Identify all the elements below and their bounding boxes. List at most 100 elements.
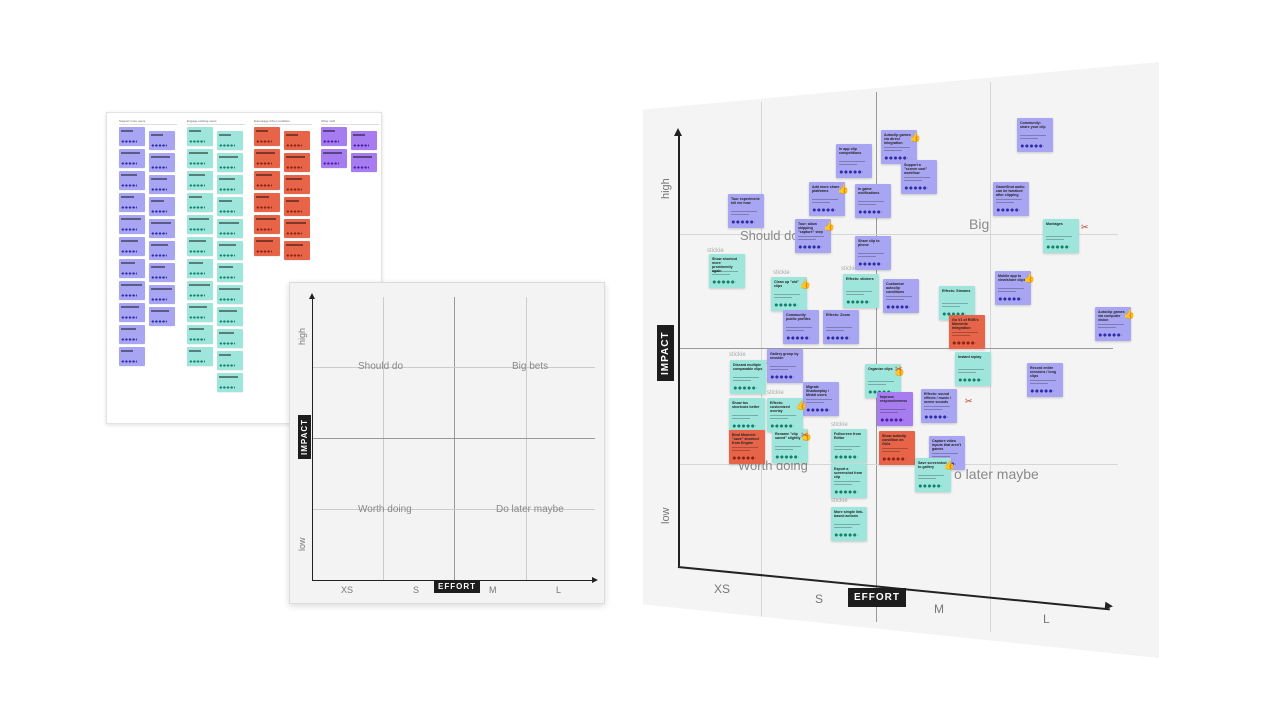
backlog-sticky-note[interactable]: [254, 215, 280, 234]
sticky-note[interactable]: Show autoclip condition on GUIs: [879, 431, 915, 465]
backlog-sticky-note[interactable]: [351, 131, 377, 150]
backlog-sticky-note[interactable]: [149, 197, 175, 216]
backlog-sticky-note[interactable]: [149, 241, 175, 260]
backlog-sticky-note[interactable]: [217, 153, 243, 172]
backlog-sticky-note[interactable]: [254, 127, 280, 146]
backlog-sticky-note[interactable]: [149, 285, 175, 304]
sticky-note[interactable]: More simple link-based actions: [831, 507, 867, 541]
sticky-note[interactable]: Mobile app to view/share clips 👍: [995, 271, 1035, 305]
backlog-sticky-note[interactable]: [284, 175, 310, 194]
backlog-sticky-note[interactable]: [284, 153, 310, 172]
backlog-sticky-note[interactable]: [149, 219, 175, 238]
backlog-sticky-note[interactable]: [217, 219, 243, 238]
sticky-note[interactable]: Discard multiple comparable clips: [730, 360, 766, 394]
sticky-note-text-line: [996, 199, 1022, 200]
sticky-note[interactable]: Go V1 of RGB's Moments integration: [949, 315, 985, 349]
sticky-note-text-line: [812, 202, 830, 203]
backlog-sticky-note[interactable]: [149, 307, 175, 326]
sticky-note[interactable]: Share clip to phone: [855, 236, 891, 270]
backlog-sticky-note[interactable]: [119, 171, 145, 190]
backlog-sticky-note[interactable]: [321, 149, 347, 168]
backlog-sticky-note[interactable]: [217, 329, 243, 348]
sticky-note[interactable]: Add more share platforms 👍: [809, 182, 849, 216]
backlog-sticky-note[interactable]: [217, 241, 243, 260]
backlog-sticky-note[interactable]: [217, 175, 243, 194]
backlog-sticky-note[interactable]: [254, 171, 280, 190]
sticky-note[interactable]: Effects: sound effects / music / meme so…: [921, 389, 957, 423]
sticky-note[interactable]: Community public profiles: [783, 310, 819, 344]
sticky-note-text-line: [731, 214, 749, 215]
sticky-note[interactable]: Support a "screen cast" workflow: [901, 160, 937, 194]
sticky-note[interactable]: Customize autoclip conditions: [883, 279, 919, 313]
backlog-sticky-note[interactable]: [217, 263, 243, 282]
sticky-note[interactable]: Bind Moment: "save" shortcut from Engine: [729, 430, 765, 464]
sticky-note[interactable]: Gallery group by session: [767, 349, 803, 383]
sticky-note[interactable]: In game notifications: [855, 184, 891, 218]
backlog-sticky-note[interactable]: [149, 131, 175, 150]
backlog-sticky-note[interactable]: [119, 259, 145, 278]
sticky-note[interactable]: Show shortcut more prominently again: [709, 254, 745, 288]
backlog-sticky-note[interactable]: [119, 325, 145, 344]
backlog-sticky-note[interactable]: [217, 131, 243, 150]
sticky-note[interactable]: Effects: stickers: [843, 274, 879, 308]
backlog-sticky-note[interactable]: [187, 347, 213, 366]
backlog-sticky-note[interactable]: [217, 285, 243, 304]
sticky-note[interactable]: Instant replay: [955, 352, 991, 386]
sticky-note[interactable]: Community: share your clip: [1017, 118, 1053, 152]
backlog-sticky-note[interactable]: [119, 193, 145, 212]
backlog-sticky-note[interactable]: [187, 171, 213, 190]
backlog-sticky-note[interactable]: [119, 237, 145, 256]
sticky-note[interactable]: Autoclip games via computer vision 👍: [1095, 307, 1135, 341]
backlog-sticky-note[interactable]: [149, 263, 175, 282]
backlog-sticky-note[interactable]: [187, 149, 213, 168]
backlog-sticky-note[interactable]: [254, 149, 280, 168]
backlog-sticky-note[interactable]: [187, 281, 213, 300]
sticky-note[interactable]: Save screenshot to gallery 👍: [915, 458, 955, 492]
backlog-sticky-note[interactable]: [351, 153, 377, 172]
backlog-sticky-note[interactable]: [217, 307, 243, 326]
sticky-note[interactable]: Fullscreen from Editor: [831, 429, 867, 463]
sticky-note[interactable]: Show tos shortcuts better: [729, 398, 765, 432]
backlog-sticky-note[interactable]: [119, 215, 145, 234]
backlog-sticky-note[interactable]: [119, 127, 145, 146]
sticky-note[interactable]: GameShot audio can be tweaked after clip…: [993, 182, 1029, 216]
backlog-sticky-note[interactable]: [217, 351, 243, 370]
sticky-note[interactable]: Autoclip games via direct integration 👍: [881, 130, 921, 164]
backlog-sticky-note[interactable]: [217, 197, 243, 216]
sticky-note[interactable]: In app clip competitions: [836, 144, 872, 178]
backlog-sticky-note[interactable]: [187, 127, 213, 146]
sticky-note[interactable]: Effects: customized overlay 👍: [767, 398, 807, 432]
sticky-note[interactable]: Montages: [1043, 219, 1079, 253]
sticky-note[interactable]: Record entire sessions / long clips: [1027, 363, 1063, 397]
backlog-sticky-note[interactable]: [254, 193, 280, 212]
sticky-note-vote-dots: [774, 303, 798, 307]
backlog-sticky-note[interactable]: [217, 373, 243, 392]
backlog-sticky-note[interactable]: [119, 149, 145, 168]
sticky-note[interactable]: Tour: allow skipping "capture" step 👍: [795, 219, 835, 253]
sticky-note[interactable]: Effects: Zoom: [823, 310, 859, 344]
sticky-note[interactable]: Export a screenshot from clip: [831, 464, 867, 498]
backlog-sticky-note[interactable]: [187, 215, 213, 234]
backlog-sticky-note[interactable]: [284, 219, 310, 238]
backlog-sticky-note[interactable]: [187, 259, 213, 278]
backlog-sticky-note[interactable]: [187, 193, 213, 212]
sticky-note[interactable]: Tour experiment: tell me how: [728, 194, 764, 228]
backlog-sticky-note[interactable]: [321, 127, 347, 146]
backlog-sticky-note[interactable]: [119, 347, 145, 366]
sticky-note-title: In game notifications: [858, 187, 880, 196]
backlog-sticky-note[interactable]: [187, 237, 213, 256]
sticky-note[interactable]: Clean up "old" clips 👍: [771, 277, 811, 311]
backlog-sticky-note[interactable]: [149, 153, 175, 172]
backlog-sticky-note[interactable]: [187, 303, 213, 322]
backlog-sticky-note[interactable]: [119, 303, 145, 322]
backlog-sticky-note[interactable]: [119, 281, 145, 300]
backlog-sticky-note[interactable]: [284, 131, 310, 150]
sticky-note[interactable]: Improve responsiveness: [877, 392, 913, 426]
backlog-sticky-note[interactable]: [284, 241, 310, 260]
backlog-sticky-note[interactable]: [284, 197, 310, 216]
y-tick-high: high: [660, 178, 672, 199]
backlog-sticky-note[interactable]: [149, 175, 175, 194]
backlog-sticky-note[interactable]: [187, 325, 213, 344]
backlog-sticky-note[interactable]: [254, 237, 280, 256]
sticky-note[interactable]: Migrate Shadowplay / Medal users: [803, 382, 839, 416]
